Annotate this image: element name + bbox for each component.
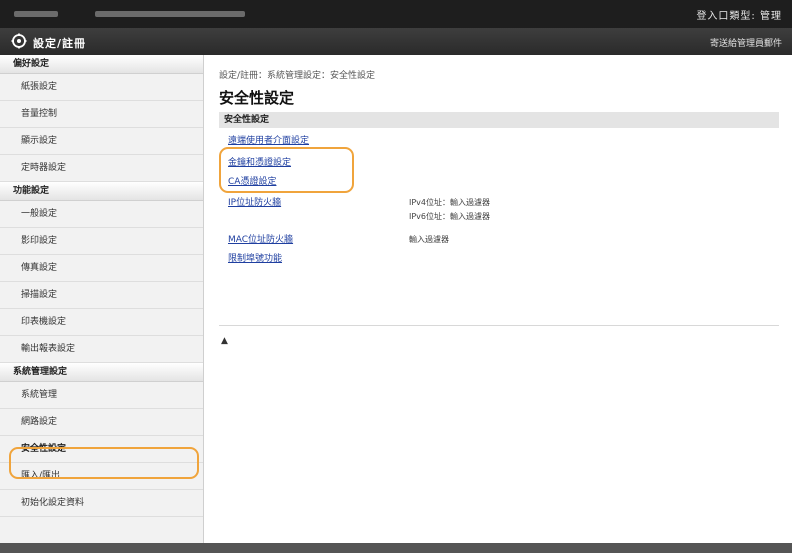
ipv4-filter-value: IPv4位址：輸入過濾器 — [409, 198, 491, 207]
sidebar-section-title: 偏好設定 — [0, 55, 203, 74]
ipv6-filter-value: IPv6位址：輸入過濾器 — [409, 212, 491, 221]
top-bar: 登入口類型: 管理 — [0, 0, 792, 28]
blurred-text — [14, 11, 58, 17]
sidebar-item-copy[interactable]: 影印設定 — [0, 228, 203, 255]
admin-mail-link[interactable]: 寄送給管理員郵件 — [710, 36, 782, 49]
sidebar-item-report[interactable]: 輸出報表設定 — [0, 336, 203, 363]
blurred-text — [95, 11, 245, 17]
section-header: 安全性設定 — [219, 112, 779, 128]
breadcrumb: 設定/註冊：系統管理設定：安全性設定 — [219, 71, 376, 81]
main-content: 設定/註冊：系統管理設定：安全性設定 安全性設定 安全性設定 遠端使用者介面設定… — [204, 55, 792, 543]
link-port-restriction[interactable]: 限制埠號功能 — [228, 251, 282, 264]
sidebar-item-printer[interactable]: 印表機設定 — [0, 309, 203, 336]
arrow-up-icon[interactable]: ▲ — [221, 336, 228, 346]
sidebar-section-title: 功能設定 — [0, 182, 203, 201]
sidebar-item-initialize[interactable]: 初始化設定資料 — [0, 490, 203, 517]
sidebar-item-system[interactable]: 系統管理 — [0, 382, 203, 409]
link-remote-ui[interactable]: 遠端使用者介面設定 — [228, 133, 309, 146]
sidebar-item-fax[interactable]: 傳真設定 — [0, 255, 203, 282]
sidebar-section-title: 系統管理設定 — [0, 363, 203, 382]
user-status[interactable]: 登入口類型: 管理 — [696, 7, 782, 22]
sidebar-item-volume[interactable]: 音量控制 — [0, 101, 203, 128]
title-bar: 設定/註冊 寄送給管理員郵件 — [0, 28, 792, 55]
bottom-bar — [0, 543, 792, 553]
divider — [219, 325, 779, 326]
gear-icon — [11, 33, 27, 49]
link-ip-firewall[interactable]: IP位址防火牆 — [228, 195, 281, 208]
sidebar-item-timer[interactable]: 定時器設定 — [0, 155, 203, 182]
sidebar-item-paper[interactable]: 紙張設定 — [0, 74, 203, 101]
link-mac-firewall[interactable]: MAC位址防火牆 — [228, 232, 293, 245]
highlight-box-certificates — [219, 147, 354, 193]
highlight-box-security — [9, 447, 199, 479]
sidebar-item-network[interactable]: 網路設定 — [0, 409, 203, 436]
mac-filter-value: 輸入過濾器 — [409, 235, 449, 244]
sidebar-item-scan[interactable]: 掃描設定 — [0, 282, 203, 309]
sidebar-item-general[interactable]: 一般設定 — [0, 201, 203, 228]
page-title: 安全性設定 — [219, 89, 295, 107]
sidebar-item-display[interactable]: 顯示設定 — [0, 128, 203, 155]
app-title: 設定/註冊 — [33, 37, 87, 50]
